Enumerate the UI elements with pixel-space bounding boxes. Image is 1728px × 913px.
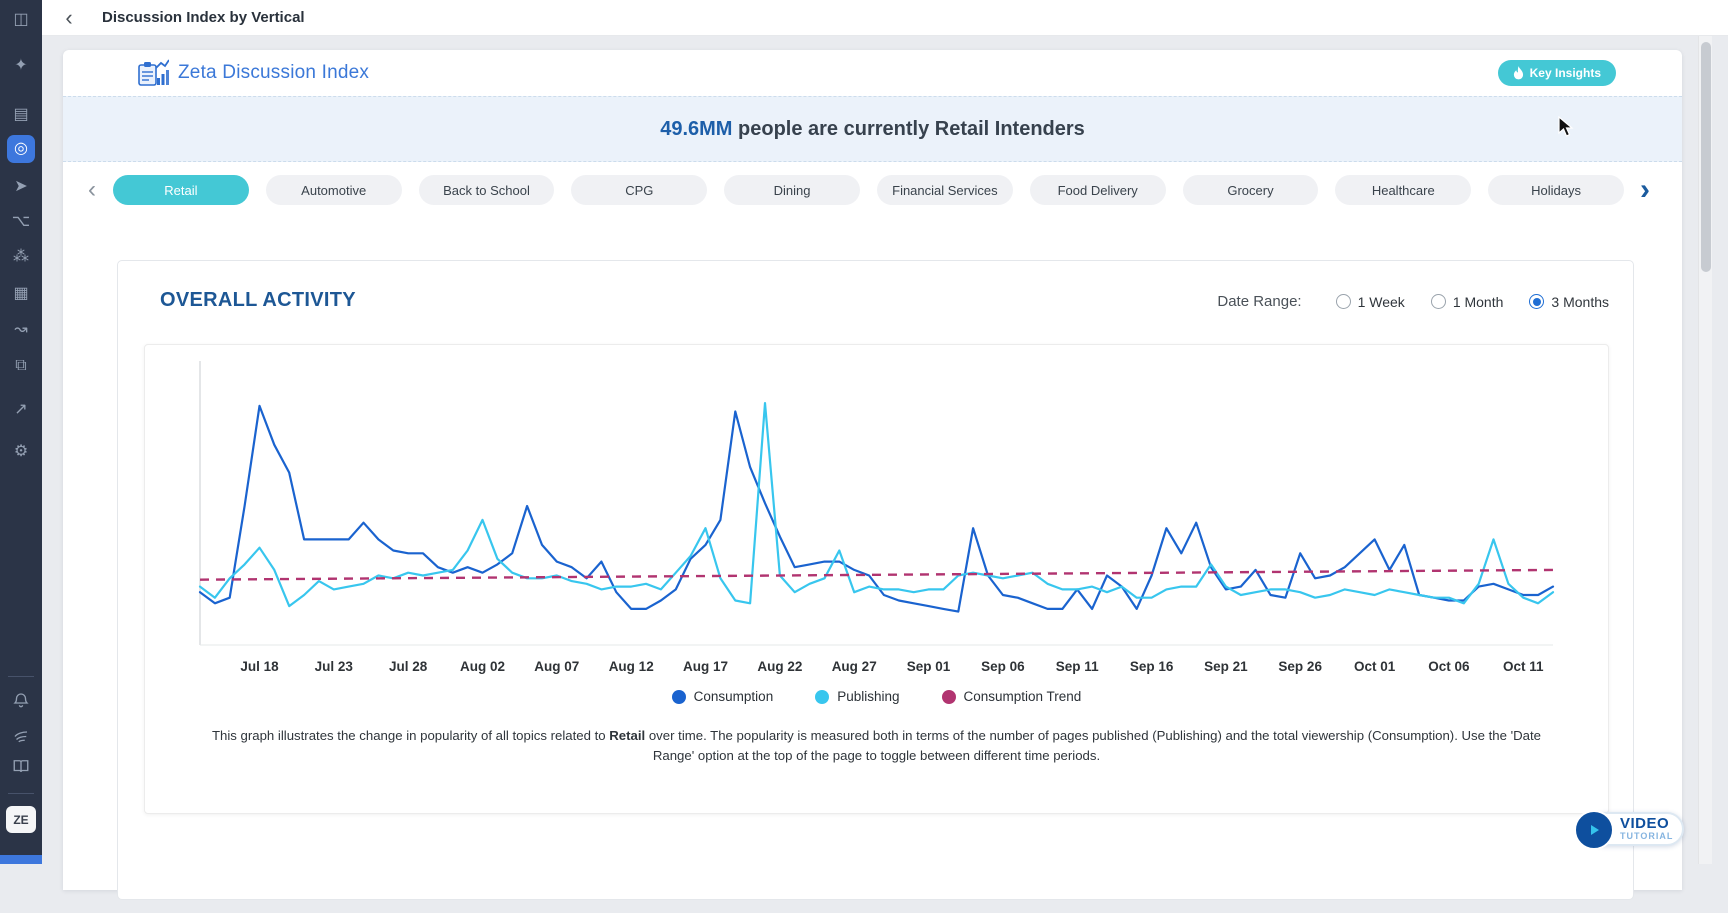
hero-headline: 49.6MM people are currently Retail Inten… bbox=[660, 118, 1085, 141]
svg-text:Aug 22: Aug 22 bbox=[757, 659, 802, 674]
bell-icon[interactable] bbox=[0, 686, 42, 714]
discussion-index-card: Zeta Discussion Index Key Insights 49.6M… bbox=[63, 50, 1682, 890]
user-avatar[interactable]: ZE bbox=[6, 806, 36, 833]
svg-text:Aug 17: Aug 17 bbox=[683, 659, 728, 674]
svg-text:Oct 01: Oct 01 bbox=[1354, 659, 1396, 674]
sidebar-item-discussion-index-active[interactable]: ◎ bbox=[7, 135, 35, 163]
flame-icon bbox=[1513, 66, 1524, 80]
sidebar-item-analytics[interactable]: ↗ bbox=[0, 396, 42, 424]
tab-pill-cpg[interactable]: CPG bbox=[571, 175, 707, 205]
vertical-tabs: ‹ Retail Automotive Back to School CPG D… bbox=[63, 162, 1682, 218]
consumption-dot-icon bbox=[672, 690, 686, 704]
sidebar-divider bbox=[8, 793, 34, 794]
back-button[interactable]: ‹ bbox=[58, 3, 80, 33]
video-label: VIDEO bbox=[1620, 816, 1673, 831]
radio-dot bbox=[1431, 294, 1446, 309]
sidebar-item-dashboard[interactable]: ▤ bbox=[0, 101, 42, 129]
activity-chart-panel: Jul 18 Jul 23 Jul 28 Aug 02 Aug 07 Aug 12 Aug … bbox=[144, 344, 1609, 814]
svg-text:Jul 23: Jul 23 bbox=[315, 659, 354, 674]
tabs-scroll-left-icon[interactable]: ‹ bbox=[81, 178, 103, 202]
tab-pill-back-to-school[interactable]: Back to School bbox=[419, 175, 555, 205]
svg-text:Sep 16: Sep 16 bbox=[1130, 659, 1174, 674]
sidebar-item-send[interactable]: ➤ bbox=[0, 173, 42, 201]
logo-text: Zeta Discussion Index bbox=[178, 62, 369, 84]
sidebar-item-journey[interactable]: ↝ bbox=[0, 316, 42, 344]
date-range-label: Date Range: bbox=[1217, 293, 1301, 310]
legend-item-consumption-trend: Consumption Trend bbox=[942, 689, 1082, 704]
tutorial-label: TUTORIAL bbox=[1620, 832, 1673, 841]
activity-header: OVERALL ACTIVITY Date Range: 1 Week 1 Mo… bbox=[118, 261, 1633, 343]
tab-pill-dining[interactable]: Dining bbox=[724, 175, 860, 205]
svg-text:Aug 02: Aug 02 bbox=[460, 659, 505, 674]
svg-text:Sep 21: Sep 21 bbox=[1204, 659, 1248, 674]
hero-band: 49.6MM people are currently Retail Inten… bbox=[63, 96, 1682, 162]
scrollbar-thumb[interactable] bbox=[1701, 42, 1711, 272]
card-header: Zeta Discussion Index Key Insights bbox=[63, 50, 1682, 96]
svg-text:Jul 28: Jul 28 bbox=[389, 659, 428, 674]
radio-1-week[interactable]: 1 Week bbox=[1336, 294, 1405, 310]
sidebar-item-hierarchy[interactable]: ⌥ bbox=[0, 208, 42, 236]
svg-text:Sep 26: Sep 26 bbox=[1278, 659, 1322, 674]
key-insights-button[interactable]: Key Insights bbox=[1498, 60, 1616, 86]
chart-legend: Consumption Publishing Consumption Trend bbox=[145, 689, 1608, 704]
content-area: Zeta Discussion Index Key Insights 49.6M… bbox=[42, 36, 1728, 864]
radio-1-month[interactable]: 1 Month bbox=[1431, 294, 1504, 310]
tab-pill-financial-services[interactable]: Financial Services bbox=[877, 175, 1013, 205]
sidebar-item-calendar[interactable]: ▦ bbox=[0, 280, 42, 308]
tabs-scroll-right-icon[interactable]: › bbox=[1634, 175, 1656, 205]
svg-text:Aug 27: Aug 27 bbox=[832, 659, 877, 674]
svg-text:Oct 11: Oct 11 bbox=[1503, 659, 1544, 674]
zeta-logo: Zeta Discussion Index bbox=[137, 58, 369, 88]
legend-item-consumption: Consumption bbox=[672, 689, 774, 704]
intender-count: 49.6MM bbox=[660, 118, 732, 140]
radio-3-months[interactable]: 3 Months bbox=[1529, 294, 1609, 310]
video-tutorial-button[interactable]: VIDEO TUTORIAL bbox=[1588, 812, 1684, 846]
activity-title: OVERALL ACTIVITY bbox=[160, 289, 356, 312]
tab-pill-food-delivery[interactable]: Food Delivery bbox=[1030, 175, 1166, 205]
radio-dot bbox=[1336, 294, 1351, 309]
svg-text:Oct 06: Oct 06 bbox=[1428, 659, 1470, 674]
play-icon bbox=[1574, 810, 1614, 850]
book-icon[interactable] bbox=[0, 752, 42, 780]
chart-description: This graph illustrates the change in pop… bbox=[212, 726, 1542, 766]
tab-pill-healthcare[interactable]: Healthcare bbox=[1335, 175, 1471, 205]
consumption-trend-dot-icon bbox=[942, 690, 956, 704]
topbar: ‹ Discussion Index by Vertical bbox=[42, 0, 1728, 36]
sidebar-item-audience[interactable]: ⁂ bbox=[0, 243, 42, 271]
tab-pill-automotive[interactable]: Automotive bbox=[266, 175, 402, 205]
sidebar-accent-strip bbox=[0, 855, 42, 864]
tab-pill-holidays[interactable]: Holidays bbox=[1488, 175, 1624, 205]
svg-text:Sep 01: Sep 01 bbox=[907, 659, 951, 674]
sparkles-icon[interactable]: ✦ bbox=[0, 52, 42, 80]
scrollbar-track[interactable] bbox=[1698, 36, 1712, 864]
tab-pill-retail[interactable]: Retail bbox=[113, 175, 249, 205]
broadcast-icon[interactable] bbox=[0, 721, 42, 749]
radio-dot bbox=[1529, 294, 1544, 309]
publishing-dot-icon bbox=[815, 690, 829, 704]
key-insights-label: Key Insights bbox=[1530, 66, 1601, 80]
date-range-control: Date Range: 1 Week 1 Month 3 Months bbox=[1217, 293, 1609, 310]
page-title: Discussion Index by Vertical bbox=[102, 9, 305, 26]
activity-line-chart[interactable]: Jul 18 Jul 23 Jul 28 Aug 02 Aug 07 Aug 12 Aug … bbox=[145, 345, 1608, 677]
legend-item-publishing: Publishing bbox=[815, 689, 899, 704]
svg-text:Sep 06: Sep 06 bbox=[981, 659, 1025, 674]
sidebar-item-layers[interactable]: ⧉ bbox=[0, 352, 42, 380]
svg-text:Jul 18: Jul 18 bbox=[240, 659, 279, 674]
sidebar-divider bbox=[8, 676, 34, 677]
tab-pill-grocery[interactable]: Grocery bbox=[1183, 175, 1319, 205]
svg-text:Aug 12: Aug 12 bbox=[609, 659, 654, 674]
overall-activity-card: OVERALL ACTIVITY Date Range: 1 Week 1 Mo… bbox=[117, 260, 1634, 900]
zeta-logo-icon bbox=[137, 58, 169, 88]
app-sidebar: ◫ ✦ ▤ ◎ ➤ ⌥ ⁂ ▦ ↝ ⧉ ↗ ⚙ ZE bbox=[0, 0, 42, 864]
svg-text:Aug 07: Aug 07 bbox=[534, 659, 579, 674]
panel-toggle-icon[interactable]: ◫ bbox=[0, 6, 42, 34]
svg-text:Sep 11: Sep 11 bbox=[1056, 659, 1099, 674]
sidebar-item-settings-gear-icon[interactable]: ⚙ bbox=[0, 438, 42, 466]
